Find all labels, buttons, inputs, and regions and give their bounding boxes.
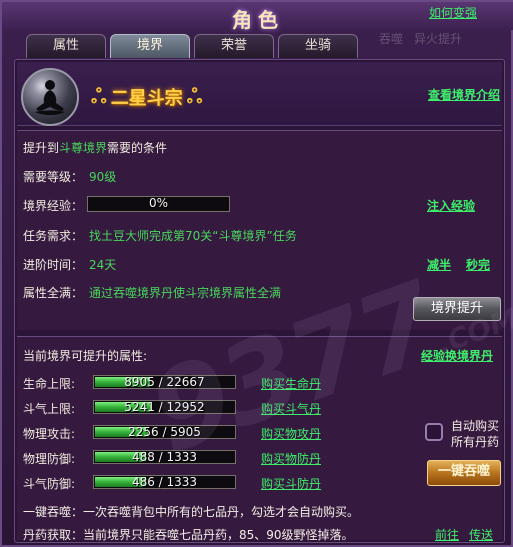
goto-link[interactable]: 前往 (435, 526, 459, 543)
tab-mount[interactable]: 坐骑 (278, 34, 358, 58)
attr-bar-value: 8905 / 22667 (124, 375, 205, 389)
attributes-section: 当前境界可提升的属性: 经验换境界丹 生命上限: 8905 / 22667 购买… (17, 336, 502, 543)
realm-upgrade-button[interactable]: 境界提升 (413, 297, 501, 321)
attr-bar-value: 2256 / 5905 (128, 425, 201, 439)
buy-hp-pill-link[interactable]: 购买生命丹 (261, 375, 321, 392)
required-level-label: 需要等级： (23, 170, 84, 184)
devour-note: 一键吞噬：一次吞噬背包中所有的七品丹，勾选才会自动购买。 (23, 505, 360, 519)
auto-buy-label-1: 自动购买 (451, 419, 500, 433)
background-text: 异火提升 (414, 32, 463, 46)
tab-realm[interactable]: 境界 (110, 34, 190, 58)
buy-phys-atk-pill-link[interactable]: 购买物攻丹 (261, 425, 321, 442)
attr-label: 斗气防御: (23, 477, 76, 491)
attr-label: 物理攻击: (23, 427, 76, 441)
auto-buy-label-2: 所有丹药 (451, 435, 500, 449)
window-title: 角色 (232, 8, 284, 32)
attr-bar-qi: 5241 / 12952 (93, 400, 236, 414)
buy-qi-pill-link[interactable]: 购买斗气丹 (261, 400, 321, 417)
task-value: 找土豆大师完成第70关“斗尊境界”任务 (89, 229, 297, 243)
how-to-get-stronger-link[interactable]: 如何变强 (429, 4, 477, 21)
attr-label: 斗气上限: (23, 402, 76, 416)
attr-bar-qi-def: 486 / 1333 (93, 475, 236, 489)
attr-bar-phys-def: 488 / 1333 (93, 450, 236, 464)
tab-honor[interactable]: 荣誉 (194, 34, 274, 58)
swirl-ornament-icon: ஃ (186, 83, 203, 108)
swirl-ornament-icon: ஃ (91, 83, 107, 108)
tab-attributes[interactable]: 属性 (26, 34, 106, 58)
view-realm-intro-link[interactable]: 查看境界介绍 (428, 86, 500, 103)
realm-exp-bar: 0% (87, 196, 230, 212)
halve-time-link[interactable]: 减半 (427, 256, 451, 273)
attr-bar-value: 486 / 1333 (131, 475, 198, 489)
inject-exp-link[interactable]: 注入经验 (427, 197, 475, 214)
upgrade-heading: 提升到斗尊境界需要的条件 (23, 141, 168, 155)
task-label: 任务需求： (23, 229, 84, 243)
realm-exp-percent: 0% (148, 196, 169, 210)
background-text: 吞噬 (379, 32, 404, 46)
attr-label: 生命上限: (23, 377, 76, 391)
attr-label: 物理防御: (23, 452, 76, 466)
buy-qi-def-pill-link[interactable]: 购买斗防丹 (261, 475, 321, 492)
target-realm: 斗尊境界 (59, 141, 108, 155)
attr-bar-phys-atk: 2256 / 5905 (93, 425, 236, 439)
attributes-heading: 当前境界可提升的属性: (23, 349, 148, 363)
advance-time-value: 24天 (89, 258, 117, 272)
meditation-orb-icon (21, 68, 79, 126)
auto-buy-checkbox[interactable] (425, 423, 443, 441)
attr-bar-value: 488 / 1333 (131, 450, 198, 464)
realm-header: ஃ 二星斗宗 ஃ 查看境界介绍 (17, 62, 502, 126)
full-attr-value: 通过吞噬境界丹使斗宗境界属性全满 (89, 286, 282, 300)
upgrade-conditions-section: 提升到斗尊境界需要的条件 需要等级： 90级 境界经验： 0% 注入经验 任务需… (17, 130, 502, 330)
required-level-value: 90级 (89, 170, 117, 184)
realm-exp-label: 境界经验： (23, 199, 84, 213)
advance-time-label: 进阶时间： (23, 258, 84, 272)
instant-complete-link[interactable]: 秒完 (466, 256, 490, 273)
exchange-pill-link[interactable]: 经验换境界丹 (421, 347, 493, 364)
teleport-link[interactable]: 传送 (469, 526, 493, 543)
attr-bar-value: 5241 / 12952 (124, 400, 205, 414)
full-attr-label: 属性全满： (23, 286, 84, 300)
character-window: 角色 如何变强 吞噬 异火提升 属性 境界 荣誉 坐骑 ஃ 二星斗宗 ஃ 查看境… (0, 0, 513, 547)
one-click-devour-button[interactable]: 一键吞噬 (427, 460, 501, 486)
pill-source-note: 丹药获取：当前境界只能吞噬七品丹药，85、90级野怪掉落。 (23, 528, 354, 542)
realm-name-text: 二星斗宗 (110, 88, 183, 109)
buy-phys-def-pill-link[interactable]: 购买物防丹 (261, 450, 321, 467)
realm-panel: ஃ 二星斗宗 ஃ 查看境界介绍 提升到斗尊境界需要的条件 需要等级： 90级 境… (14, 59, 513, 543)
realm-name: ஃ 二星斗宗 ஃ (91, 83, 202, 111)
attr-bar-hp: 8905 / 22667 (93, 375, 236, 389)
